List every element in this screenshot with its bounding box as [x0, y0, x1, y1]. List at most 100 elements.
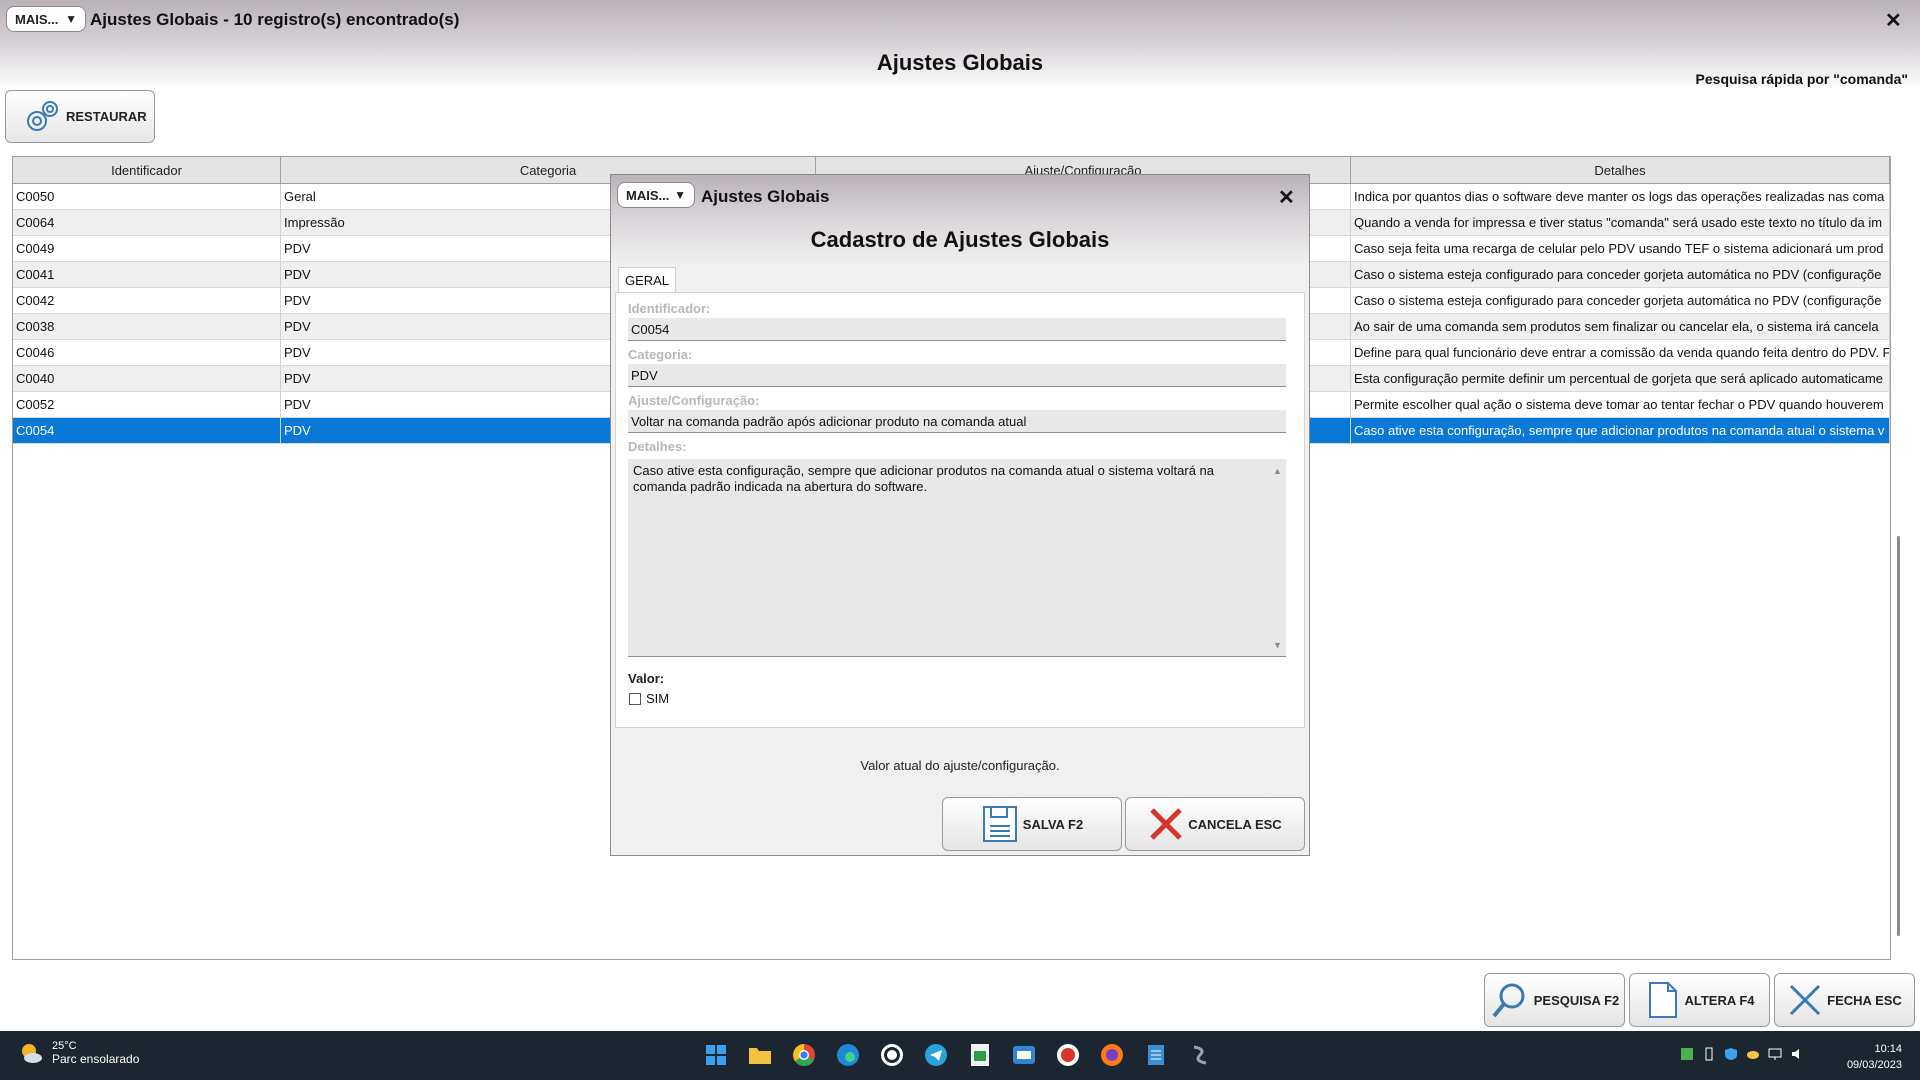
value-hint: Valor atual do ajuste/configuração. — [860, 758, 1060, 773]
dropdown-arrow-icon: ▼ — [674, 188, 686, 202]
network-icon[interactable] — [1768, 1047, 1782, 1061]
red-x-icon — [1150, 808, 1183, 840]
edit-button[interactable]: ALTERA F4 — [1629, 973, 1770, 1027]
weather-condition: Parc ensolarado — [52, 1052, 140, 1066]
dialog-title: Ajustes Globais — [701, 187, 830, 206]
dialog-mais-menu-button[interactable]: MAIS... ▼ — [617, 182, 695, 208]
cloud-icon[interactable] — [1746, 1047, 1760, 1061]
outlook-icon[interactable] — [1008, 1039, 1040, 1071]
category-label: Categoria: — [628, 347, 693, 362]
close-button[interactable]: FECHA ESC — [1774, 973, 1915, 1027]
cell-identifier: C0064 — [13, 210, 281, 235]
cell-identifier: C0038 — [13, 314, 281, 339]
magnifier-icon — [1492, 983, 1525, 1018]
volume-icon[interactable] — [1790, 1047, 1804, 1061]
taskbar-apps — [700, 1039, 1216, 1071]
details-label: Detalhes: — [628, 439, 687, 454]
dialog-close-button[interactable]: ✕ — [1278, 185, 1295, 210]
details-scrollbar[interactable]: ▲ ▼ — [1270, 461, 1284, 655]
clock-date: 09/03/2023 — [1846, 1059, 1902, 1071]
windows-start-icon[interactable] — [700, 1039, 732, 1071]
column-header-identifier[interactable]: Identificador — [13, 157, 281, 183]
window-title: Ajustes Globais - 10 registro(s) encontr… — [90, 10, 460, 29]
tray-app-icon[interactable] — [1680, 1047, 1694, 1061]
close-label: FECHA ESC — [1827, 992, 1902, 1008]
save-label: SALVA F2 — [1022, 816, 1084, 832]
cell-details: Quando a venda for impressa e tiver stat… — [1351, 210, 1890, 235]
search-label: PESQUISA F2 — [1533, 992, 1620, 1008]
mais-menu-button[interactable]: MAIS... ▼ — [6, 6, 86, 32]
dialog-heading: Cadastro de Ajustes Globais — [810, 227, 1110, 252]
cell-identifier: C0042 — [13, 288, 281, 313]
firefox-icon[interactable] — [1096, 1039, 1128, 1071]
checkbox-box[interactable] — [629, 692, 641, 705]
cell-identifier: C0054 — [13, 418, 281, 443]
identifier-field[interactable]: C0054 — [628, 318, 1286, 341]
sim-checkbox[interactable]: SIM — [629, 691, 669, 706]
partly-sunny-icon — [22, 1044, 42, 1063]
system-tray — [1680, 1047, 1804, 1061]
search-button[interactable]: PESQUISA F2 — [1484, 973, 1625, 1027]
usb-icon[interactable] — [1702, 1047, 1716, 1061]
weather-temperature: 25°C — [52, 1040, 77, 1052]
close-icon — [1790, 984, 1821, 1016]
tab-panel-geral: Identificador: C0054 Categoria: PDV Ajus… — [615, 292, 1305, 728]
notepad-icon[interactable] — [1140, 1039, 1172, 1071]
scroll-up-icon[interactable]: ▲ — [1273, 463, 1282, 479]
cell-details: Caso o sistema esteja configurado para c… — [1351, 262, 1890, 287]
gears-icon — [27, 100, 58, 131]
telegram-icon[interactable] — [920, 1039, 952, 1071]
cell-identifier: C0052 — [13, 392, 281, 417]
setting-field[interactable]: Voltar na comanda padrão após adicionar … — [628, 410, 1286, 433]
details-textarea[interactable]: Caso ative esta configuração, sempre que… — [628, 459, 1286, 657]
table-scrollbar[interactable] — [1895, 156, 1903, 960]
quick-search-text: Pesquisa rápida por "comanda" — [1695, 71, 1908, 87]
cell-details: Caso o sistema esteja configurado para c… — [1351, 288, 1890, 313]
spreadsheet-icon[interactable] — [964, 1039, 996, 1071]
cell-identifier: C0049 — [13, 236, 281, 261]
weather-widget[interactable]: 25°C Parc ensolarado — [18, 1040, 139, 1066]
mais-label: MAIS... — [15, 11, 59, 27]
cell-details: Caso seja feita uma recarga de celular p… — [1351, 236, 1890, 261]
identifier-label: Identificador: — [628, 301, 711, 316]
cell-identifier: C0041 — [13, 262, 281, 287]
document-edit-icon — [1649, 982, 1678, 1018]
cell-details: Define para qual funcionário deve entrar… — [1351, 340, 1890, 365]
cancel-label: CANCELA ESC — [1188, 816, 1282, 832]
cell-identifier: C0040 — [13, 366, 281, 391]
valor-label: Valor: — [628, 671, 665, 686]
floppy-disk-icon — [982, 806, 1017, 842]
cell-details: Esta configuração permite definir um per… — [1351, 366, 1890, 391]
cell-details: Indica por quantos dias o software deve … — [1351, 184, 1890, 209]
details-text: Caso ative esta configuração, sempre que… — [633, 463, 1215, 494]
tab-geral[interactable]: GERAL — [618, 267, 676, 293]
security-shield-icon[interactable] — [1724, 1047, 1738, 1061]
cell-identifier: C0046 — [13, 340, 281, 365]
taskbar-clock[interactable]: 10:14 09/03/2023 — [1847, 1041, 1902, 1073]
cell-identifier: C0050 — [13, 184, 281, 209]
category-field[interactable]: PDV — [628, 364, 1286, 387]
restore-button[interactable]: RESTAURAR — [5, 90, 155, 143]
page-title: Ajustes Globais — [876, 50, 1044, 75]
close-window-button[interactable]: ✕ — [1885, 8, 1902, 33]
save-button[interactable]: SALVA F2 — [942, 797, 1122, 851]
scroll-down-icon[interactable]: ▼ — [1273, 637, 1282, 653]
cell-details: Ao sair de uma comanda sem produtos sem … — [1351, 314, 1890, 339]
cancel-button[interactable]: CANCELA ESC — [1125, 797, 1305, 851]
app-icon[interactable] — [1052, 1039, 1084, 1071]
setting-label: Ajuste/Configuração: — [628, 393, 760, 408]
whatsapp-icon[interactable] — [876, 1039, 908, 1071]
settings-dialog: MAIS... ▼ Ajustes Globais ✕ Cadastro de … — [610, 174, 1310, 856]
scrollbar-thumb[interactable] — [1897, 536, 1900, 936]
chrome-icon[interactable] — [788, 1039, 820, 1071]
sim-label: SIM — [646, 691, 670, 706]
edit-label: ALTERA F4 — [1684, 992, 1755, 1008]
cell-details: Permite escolher qual ação o sistema dev… — [1351, 392, 1890, 417]
file-explorer-icon[interactable] — [744, 1039, 776, 1071]
edge-icon[interactable] — [832, 1039, 864, 1071]
clock-time: 10:14 — [1874, 1043, 1902, 1055]
dropdown-arrow-icon: ▼ — [65, 12, 77, 26]
column-header-details[interactable]: Detalhes — [1351, 157, 1890, 183]
taskbar: 25°C Parc ensolarado 10:14 09/03/2023 — [0, 1031, 1920, 1080]
system-app-icon[interactable] — [1184, 1039, 1216, 1071]
